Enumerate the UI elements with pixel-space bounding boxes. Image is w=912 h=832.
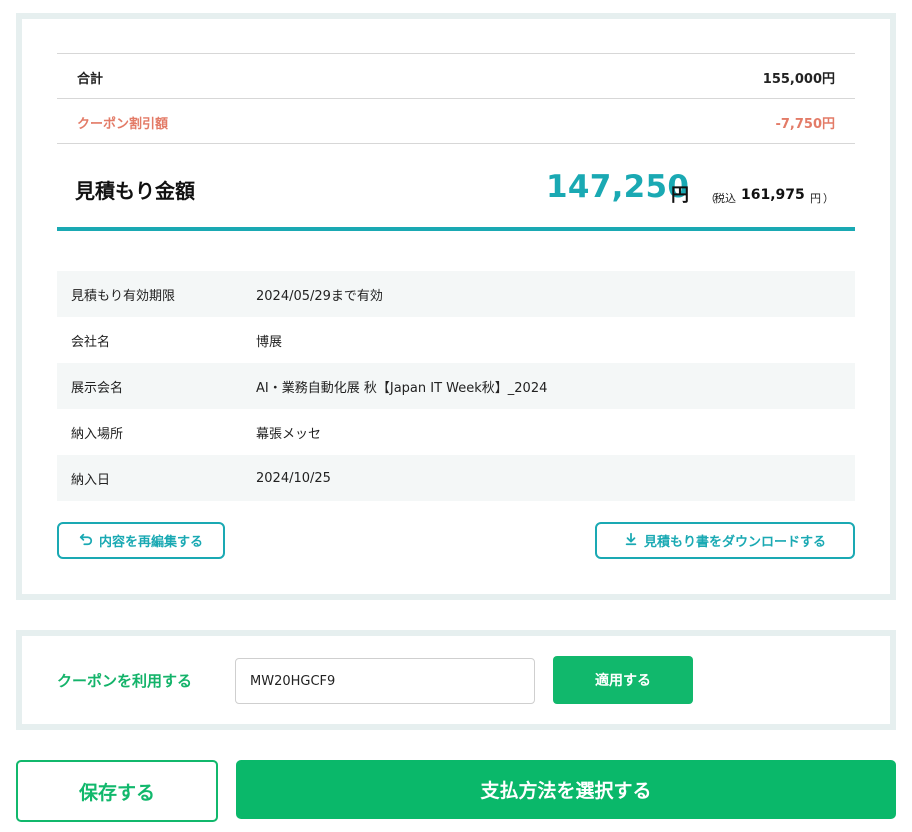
tax-included-label: 税込 <box>714 192 736 205</box>
reedit-button-label: 内容を再編集する <box>98 535 203 550</box>
subtotal-label: 合計 <box>77 72 104 87</box>
tax-paren-close: ） <box>823 192 834 205</box>
divider <box>57 98 855 99</box>
detail-value: 幕張メッセ <box>256 426 322 442</box>
undo-arrow-icon <box>79 532 93 550</box>
coupon-label: クーポンを利用する <box>57 672 193 690</box>
detail-value: 博展 <box>256 334 283 350</box>
estimate-total-amount: 147,250 <box>546 169 690 205</box>
estimate-details-table: 見積もり有効期限 2024/05/29まで有効 会社名 博展 展示会名 AI・業… <box>57 271 855 501</box>
download-estimate-button[interactable]: 見積もり書をダウンロードする <box>595 522 855 559</box>
coupon-discount-value: -7,750円 <box>775 117 835 132</box>
divider <box>57 143 855 144</box>
table-row: 見積もり有効期限 2024/05/29まで有効 <box>57 271 855 317</box>
detail-key: 納入日 <box>71 472 111 488</box>
tax-included-currency: 円 <box>810 192 821 205</box>
table-row: 展示会名 AI・業務自動化展 秋【Japan IT Week秋】_2024 <box>57 363 855 409</box>
estimate-summary-panel: 合計 155,000円 クーポン割引額 -7,750円 見積もり金額 147,2… <box>16 13 896 600</box>
download-icon <box>624 532 638 550</box>
detail-key: 会社名 <box>71 334 111 350</box>
detail-value: 2024/10/25 <box>256 470 331 486</box>
detail-value: 2024/05/29まで有効 <box>256 288 383 304</box>
detail-key: 納入場所 <box>71 426 124 442</box>
total-accent-divider <box>57 227 855 231</box>
detail-key: 展示会名 <box>71 380 124 396</box>
detail-value: AI・業務自動化展 秋【Japan IT Week秋】_2024 <box>256 380 548 396</box>
save-button[interactable]: 保存する <box>16 760 218 822</box>
subtotal-value: 155,000円 <box>762 72 835 87</box>
coupon-discount-label: クーポン割引額 <box>77 117 169 132</box>
table-row: 納入日 2024/10/25 <box>57 455 855 501</box>
reedit-button[interactable]: 内容を再編集する <box>57 522 225 559</box>
download-button-label: 見積もり書をダウンロードする <box>643 535 826 550</box>
apply-coupon-button[interactable]: 適用する <box>553 656 693 704</box>
estimate-total-label: 見積もり金額 <box>75 179 195 203</box>
select-payment-method-button[interactable]: 支払方法を選択する <box>236 760 896 819</box>
table-row: 納入場所 幕張メッセ <box>57 409 855 455</box>
divider <box>57 53 855 54</box>
detail-key: 見積もり有効期限 <box>71 288 176 304</box>
table-row: 会社名 博展 <box>57 317 855 363</box>
coupon-code-input[interactable] <box>235 658 535 704</box>
estimate-total-currency: 円 <box>671 185 689 206</box>
tax-included-amount: 161,975 <box>741 187 805 203</box>
coupon-panel: クーポンを利用する 適用する <box>16 630 896 730</box>
